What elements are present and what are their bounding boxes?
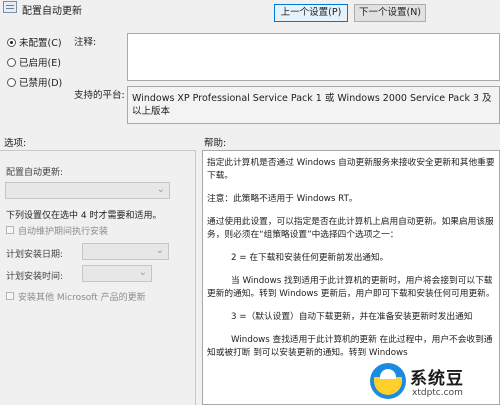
radio-icon[interactable] [7, 77, 16, 87]
radio-selected-icon[interactable] [7, 37, 16, 47]
maintenance-checkbox[interactable] [6, 226, 14, 234]
install-time-dropdown[interactable] [82, 265, 152, 282]
options-note: 下列设置仅在选中 4 时才需要和适用。 [6, 211, 162, 221]
help-paragraph: 3 =（默认设置）自动下载更新，并在准备安装更新时发出通知 [231, 312, 473, 322]
install-day-dropdown[interactable] [82, 243, 169, 260]
configure-updates-dropdown[interactable] [5, 182, 170, 199]
other-products-label: 安装其他 Microsoft 产品的更新 [18, 293, 146, 303]
radio-label: 未配置(C) [19, 38, 62, 49]
options-panel: 配置自动更新: 下列设置仅在选中 4 时才需要和适用。 自动维护期间执行安装 计… [0, 150, 196, 405]
help-paragraph: 通过使用此设置，可以指定是否在此计算机上启用自动更新。如果启用该服务，则必须在“… [207, 217, 494, 240]
help-paragraph: 当 Windows 找到适用于此计算机的更新时，用户将会接到可以下载更新的通知。… [207, 276, 495, 299]
next-setting-button[interactable]: 下一个设置(N) [354, 4, 426, 22]
comment-label: 注释: [74, 37, 97, 48]
platform-value: Windows XP Professional Service Pack 1 或… [127, 86, 500, 124]
other-products-checkbox[interactable] [6, 292, 14, 300]
help-paragraph: Windows 查找适用于此计算机的更新 在此过程中，用户不会收到通知或被打断 … [207, 335, 493, 358]
policy-icon [3, 1, 17, 13]
help-paragraph: 指定此计算机是否通过 Windows 自动更新服务来接收安全更新和其他重要下载。 [207, 158, 495, 181]
help-section-label: 帮助: [204, 138, 227, 149]
options-section-label: 选项: [4, 138, 27, 149]
install-time-label: 计划安装时间: [6, 272, 64, 282]
watermark: 系统豆 xtdptc.com [370, 360, 500, 405]
radio-icon[interactable] [7, 57, 16, 67]
watermark-logo-icon [370, 363, 406, 399]
maintenance-label: 自动维护期间执行安装 [18, 227, 109, 237]
watermark-title: 系统豆 [410, 369, 464, 389]
help-paragraph: 注意：此策略不适用于 Windows RT。 [207, 194, 358, 204]
previous-setting-button[interactable]: 上一个设置(P) [274, 4, 348, 22]
radio-disabled[interactable]: 已禁用(D) [7, 75, 62, 89]
install-day-label: 计划安装日期: [6, 250, 64, 260]
radio-label: 已禁用(D) [19, 78, 63, 89]
platform-label: 支持的平台: [74, 90, 125, 101]
policy-title: 配置自动更新 [22, 6, 82, 17]
comment-field[interactable] [127, 33, 500, 81]
watermark-url: xtdptc.com [412, 388, 463, 398]
help-paragraph: 2 = 在下载和安装任何更新前发出通知。 [231, 253, 389, 263]
radio-not-configured[interactable]: 未配置(C) [7, 35, 62, 49]
radio-enabled[interactable]: 已启用(E) [7, 55, 61, 69]
configure-updates-label: 配置自动更新: [6, 168, 64, 178]
radio-label: 已启用(E) [19, 58, 61, 69]
